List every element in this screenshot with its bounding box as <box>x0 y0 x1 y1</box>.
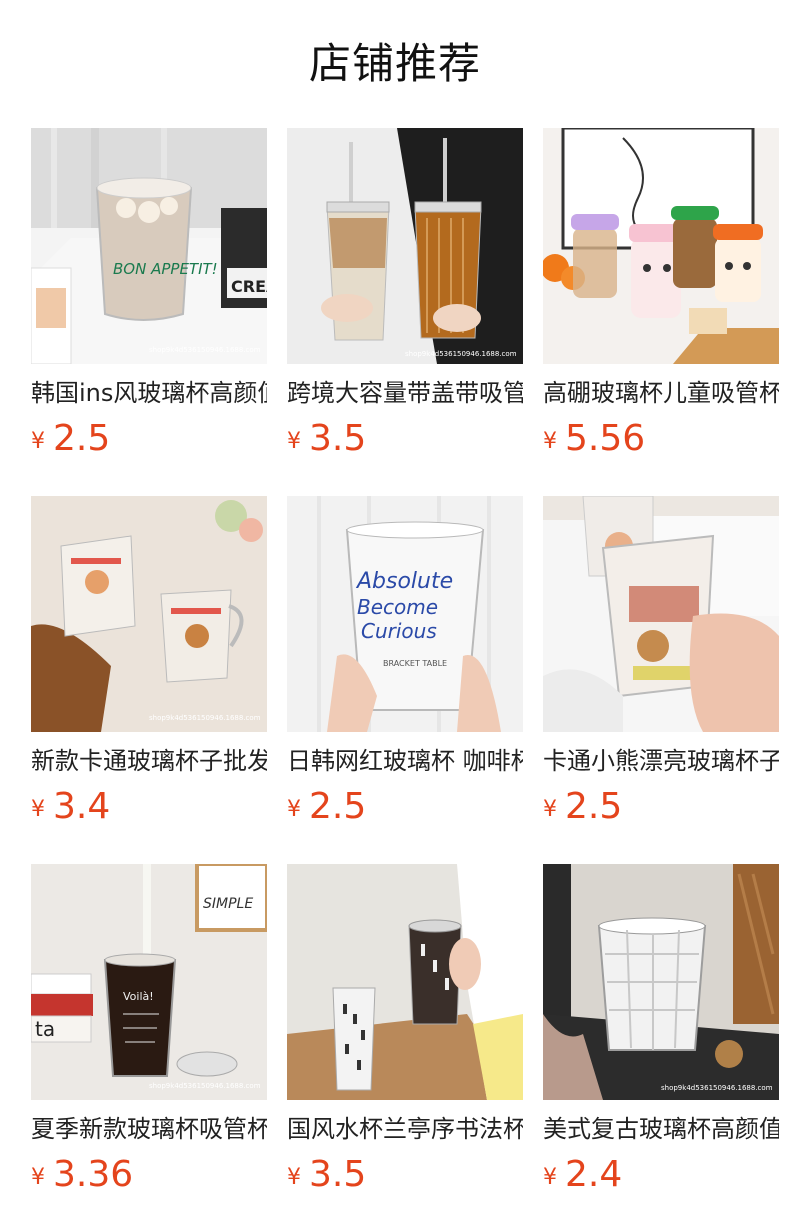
product-name[interactable]: 新款卡通玻璃杯子批发 <box>31 744 267 778</box>
price-value: 2.4 <box>565 1154 623 1195</box>
currency-symbol: ¥ <box>31 1165 45 1190</box>
price-value: 2.5 <box>309 786 367 827</box>
product-image[interactable]: CREA BON APPETIT! shop9k4d536150946.1688… <box>31 128 267 364</box>
product-name[interactable]: 高硼玻璃杯儿童吸管杯 <box>543 376 779 410</box>
product-price: ¥2.5 <box>543 782 622 832</box>
currency-symbol: ¥ <box>287 429 301 454</box>
watermark: shop9k4d536150946.1688.com <box>149 346 261 354</box>
product-price: ¥2.4 <box>543 1150 622 1200</box>
product-price: ¥3.4 <box>31 782 110 832</box>
product-price: ¥5.56 <box>543 414 645 464</box>
product-image-text: BON APPETIT! <box>113 260 218 278</box>
product-image-text: SIMPLE <box>203 896 253 912</box>
watermark: shop9k4d536150946.1688.com <box>405 350 517 358</box>
product-image-text: Curious <box>361 619 437 643</box>
price-value: 3.36 <box>53 1154 134 1195</box>
currency-symbol: ¥ <box>287 1165 301 1190</box>
page-title: 店铺推荐 <box>308 39 481 88</box>
product-name[interactable]: 美式复古玻璃杯高颜值 <box>543 1112 779 1146</box>
product-price: ¥3.36 <box>31 1150 133 1200</box>
product-name[interactable]: 韩国ins风玻璃杯高颜值 <box>31 376 267 410</box>
product-image[interactable] <box>287 864 523 1100</box>
product-card[interactable]: 卡通小熊漂亮玻璃杯子 ¥2.5 <box>543 496 779 836</box>
watermark: shop9k4d536150946.1688.com <box>149 1082 261 1090</box>
product-card[interactable]: CREA BON APPETIT! shop9k4d536150946.1688… <box>31 128 267 468</box>
product-card[interactable]: shop9k4d536150946.1688.com 跨境大容量带盖带吸管 ¥3… <box>287 128 523 468</box>
currency-symbol: ¥ <box>31 797 45 822</box>
product-image-text: ta <box>35 1017 55 1041</box>
currency-symbol: ¥ <box>543 797 557 822</box>
product-price: ¥2.5 <box>31 414 110 464</box>
product-image-text: Absolute <box>355 569 453 594</box>
product-image-text: Voilà! <box>123 990 154 1003</box>
product-image[interactable]: Absolute Become Curious BRACKET TABLE <box>287 496 523 732</box>
product-card[interactable]: 高硼玻璃杯儿童吸管杯 ¥5.56 <box>543 128 779 468</box>
watermark: shop9k4d536150946.1688.com <box>149 714 261 722</box>
currency-symbol: ¥ <box>543 1165 557 1190</box>
product-image[interactable]: shop9k4d536150946.1688.com <box>287 128 523 364</box>
product-card[interactable]: Absolute Become Curious BRACKET TABLE 日韩… <box>287 496 523 836</box>
price-value: 2.5 <box>53 418 111 459</box>
price-value: 2.5 <box>565 786 623 827</box>
watermark: shop9k4d536150946.1688.com <box>661 1084 773 1092</box>
product-card[interactable]: shop9k4d536150946.1688.com 新款卡通玻璃杯子批发 ¥3… <box>31 496 267 836</box>
currency-symbol: ¥ <box>543 429 557 454</box>
price-value: 3.5 <box>309 418 367 459</box>
product-image-text: Become <box>357 595 438 619</box>
product-price: ¥2.5 <box>287 782 366 832</box>
product-image[interactable]: SIMPLE ta Voilà! shop9k4d536150946.1688.… <box>31 864 267 1100</box>
product-card[interactable]: SIMPLE ta Voilà! shop9k4d536150946.1688.… <box>31 864 267 1204</box>
product-image[interactable] <box>543 496 779 732</box>
product-name[interactable]: 卡通小熊漂亮玻璃杯子 <box>543 744 779 778</box>
product-image[interactable] <box>543 128 779 364</box>
product-name[interactable]: 国风水杯兰亭序书法杯 <box>287 1112 523 1146</box>
product-name[interactable]: 跨境大容量带盖带吸管 <box>287 376 523 410</box>
product-image-text: CREA <box>231 277 267 296</box>
product-image[interactable]: shop9k4d536150946.1688.com <box>31 496 267 732</box>
product-image[interactable]: shop9k4d536150946.1688.com <box>543 864 779 1100</box>
product-card[interactable]: 国风水杯兰亭序书法杯 ¥3.5 <box>287 864 523 1204</box>
price-value: 3.4 <box>53 786 111 827</box>
currency-symbol: ¥ <box>31 429 45 454</box>
product-image-text: BRACKET TABLE <box>383 659 447 668</box>
currency-symbol: ¥ <box>287 797 301 822</box>
product-name[interactable]: 夏季新款玻璃杯吸管杯 <box>31 1112 267 1146</box>
price-value: 3.5 <box>309 1154 367 1195</box>
product-price: ¥3.5 <box>287 414 366 464</box>
price-value: 5.56 <box>565 418 646 459</box>
product-name[interactable]: 日韩网红玻璃杯 咖啡杯 <box>287 744 523 778</box>
product-card[interactable]: shop9k4d536150946.1688.com 美式复古玻璃杯高颜值 ¥2… <box>543 864 779 1204</box>
product-price: ¥3.5 <box>287 1150 366 1200</box>
